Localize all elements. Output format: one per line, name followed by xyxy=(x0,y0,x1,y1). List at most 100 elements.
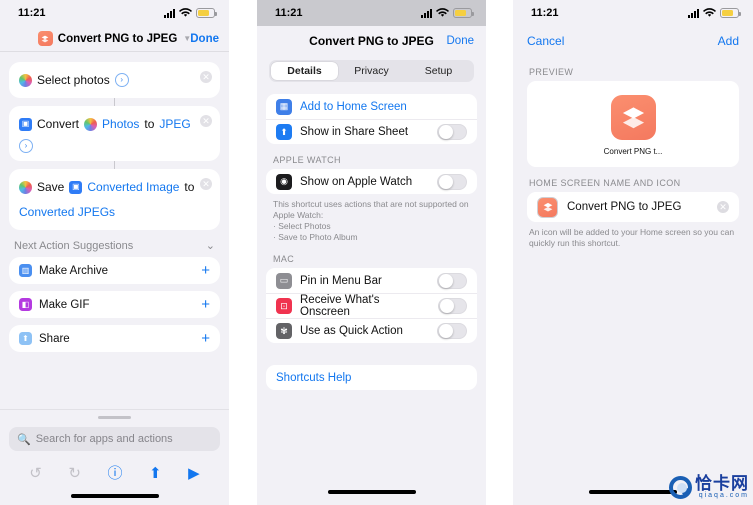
suggestions-header-row[interactable]: Next Action Suggestions ⌄ xyxy=(0,230,229,257)
share-icon[interactable]: ⬆ xyxy=(149,464,162,482)
action-token-photos[interactable]: Photos xyxy=(102,114,139,134)
action-card-save-image[interactable]: ✕ Save ▣ Converted Image to Converted JP… xyxy=(9,169,220,230)
share-sheet-icon: ⬆ xyxy=(276,124,292,140)
footnote-item: · Save to Photo Album xyxy=(273,232,358,242)
row-add-to-home-screen[interactable]: ▦ Add to Home Screen xyxy=(266,94,477,119)
undo-icon[interactable]: ↺ xyxy=(29,464,42,482)
status-bar: 11:21 xyxy=(0,0,229,26)
add-nav-bar: Cancel Add xyxy=(513,26,753,56)
plus-icon[interactable]: + xyxy=(201,297,210,312)
status-time: 11:21 xyxy=(275,7,303,19)
row-pin-in-menu-bar[interactable]: ▭ Pin in Menu Bar xyxy=(266,268,477,293)
plus-icon[interactable]: + xyxy=(201,263,210,278)
home-indicator xyxy=(70,494,159,498)
plus-icon[interactable]: + xyxy=(201,331,210,346)
info-icon[interactable]: ⓘ xyxy=(107,462,122,483)
row-label: Use as Quick Action xyxy=(300,325,403,337)
details-nav-bar: Convert PNG to JPEG Done xyxy=(257,26,486,56)
segmented-control[interactable]: Details Privacy Setup xyxy=(269,60,474,82)
photos-icon xyxy=(84,117,98,131)
toggle-use-as-quick-action[interactable] xyxy=(437,323,467,339)
chevron-right-circle-icon[interactable]: › xyxy=(19,139,33,153)
action-card-convert-image[interactable]: ✕ ▣ Convert Photos to JPEG › xyxy=(9,106,220,161)
row-use-as-quick-action[interactable]: ✾ Use as Quick Action xyxy=(266,318,477,343)
action-text: Save xyxy=(37,180,65,194)
qiaqa-logo-icon: 恰卡网 qiaqa.com xyxy=(669,475,749,499)
done-button[interactable]: Done xyxy=(190,33,219,45)
row-label: Pin in Menu Bar xyxy=(300,274,382,287)
search-input[interactable]: 🔍 Search for apps and actions xyxy=(9,427,220,451)
panel-shortcut-details: 11:21 Convert PNG to JPEG Done Details P… xyxy=(257,0,486,505)
action-token-format[interactable]: JPEG xyxy=(159,114,190,134)
toggle-pin-in-menu-bar[interactable] xyxy=(437,272,467,289)
three-panel-screenshot: 11:21 Convert PNG to JPEG ▼ Done ✕ Selec… xyxy=(0,0,753,505)
row-receive-whats-onscreen[interactable]: ⊡ Receive What's Onscreen xyxy=(266,293,477,318)
chevron-down-icon[interactable]: ⌄ xyxy=(206,239,215,252)
panel-add-to-home-screen: 11:21 Cancel Add PREVIEW Convert PNG t..… xyxy=(513,0,753,505)
done-button[interactable]: Done xyxy=(447,35,475,47)
apple-watch-group: ◉ Show on Apple Watch xyxy=(266,169,477,194)
row-show-in-share-sheet[interactable]: ⬆ Show in Share Sheet xyxy=(266,119,477,144)
row-show-on-apple-watch[interactable]: ◉ Show on Apple Watch xyxy=(266,169,477,194)
suggestion-item-make-gif[interactable]: ◧ Make GIF + xyxy=(9,291,220,318)
remove-icon[interactable]: ✕ xyxy=(200,115,212,127)
action-text: to xyxy=(144,117,155,131)
watermark-cn-text: 恰卡网 xyxy=(695,474,749,493)
details-main-group: ▦ Add to Home Screen ⬆ Show in Share She… xyxy=(266,94,477,144)
action-token-album[interactable]: Converted JPEGs xyxy=(19,202,115,222)
actions-list: ✕ Select photos › ✕ ▣ Convert Photos to … xyxy=(0,52,229,230)
suggestion-label: Make GIF xyxy=(39,298,90,311)
suggestion-label: Make Archive xyxy=(39,264,109,277)
add-button[interactable]: Add xyxy=(718,34,739,48)
play-icon[interactable]: ▶ xyxy=(188,464,200,482)
wifi-icon xyxy=(703,8,716,17)
suggestion-item-make-archive[interactable]: ▥ Make Archive + xyxy=(9,257,220,284)
search-placeholder: Search for apps and actions xyxy=(35,433,173,445)
action-card-select-photos[interactable]: ✕ Select photos › xyxy=(9,62,220,98)
tab-details[interactable]: Details xyxy=(271,62,338,80)
section-header-home-screen-name: HOME SCREEN NAME AND ICON xyxy=(529,178,681,188)
archive-icon: ▥ xyxy=(19,264,32,277)
bottom-tray: 🔍 Search for apps and actions ↺ ↻ ⓘ ⬆ ▶ xyxy=(0,409,229,505)
battery-icon xyxy=(453,8,474,18)
cellular-bars-icon xyxy=(688,8,699,18)
action-connector xyxy=(114,98,115,106)
toggle-show-on-apple-watch[interactable] xyxy=(437,173,467,190)
suggestion-item-share[interactable]: ⬆ Share + xyxy=(9,325,220,352)
home-indicator xyxy=(327,490,416,494)
watermark-dot xyxy=(682,487,690,496)
tab-privacy[interactable]: Privacy xyxy=(338,62,405,80)
cancel-button[interactable]: Cancel xyxy=(527,34,564,48)
page-title: Convert PNG to JPEG xyxy=(309,34,434,48)
chevron-right-circle-icon[interactable]: › xyxy=(114,73,129,87)
onscreen-icon: ⊡ xyxy=(276,298,292,314)
redo-icon[interactable]: ↻ xyxy=(68,464,81,482)
shortcut-layers-icon[interactable] xyxy=(537,196,558,218)
drag-handle[interactable] xyxy=(98,416,131,419)
toggle-receive-whats-onscreen[interactable] xyxy=(437,298,467,314)
photos-icon xyxy=(19,180,32,194)
home-indicator xyxy=(589,490,677,494)
preview-app-label: Convert PNG t... xyxy=(603,147,663,156)
panel-shortcut-editor: 11:21 Convert PNG to JPEG ▼ Done ✕ Selec… xyxy=(0,0,229,505)
page-title: Convert PNG to JPEG xyxy=(57,32,178,45)
remove-icon[interactable]: ✕ xyxy=(200,178,212,190)
toggle-show-in-share-sheet[interactable] xyxy=(437,124,467,140)
section-header-preview: PREVIEW xyxy=(529,67,574,77)
shortcut-title-group[interactable]: Convert PNG to JPEG ▼ xyxy=(37,31,191,46)
remove-icon[interactable]: ✕ xyxy=(200,71,212,83)
clear-field-icon[interactable]: ✕ xyxy=(717,201,729,213)
home-screen-name-field[interactable]: Convert PNG to JPEG ✕ xyxy=(527,192,739,222)
row-label: Add to Home Screen xyxy=(300,100,407,113)
wifi-icon xyxy=(179,8,192,17)
battery-icon xyxy=(196,8,217,18)
shortcut-layers-icon xyxy=(610,95,656,140)
help-link: Shortcuts Help xyxy=(276,371,352,384)
battery-icon xyxy=(720,8,741,18)
suggestions-header-label: Next Action Suggestions xyxy=(14,239,134,252)
tab-setup[interactable]: Setup xyxy=(405,62,472,80)
action-token-converted-image[interactable]: Converted Image xyxy=(87,177,179,197)
cellular-bars-icon xyxy=(421,8,432,18)
row-shortcuts-help[interactable]: Shortcuts Help xyxy=(266,365,477,390)
add-footnote: An icon will be added to your Home scree… xyxy=(529,227,735,248)
